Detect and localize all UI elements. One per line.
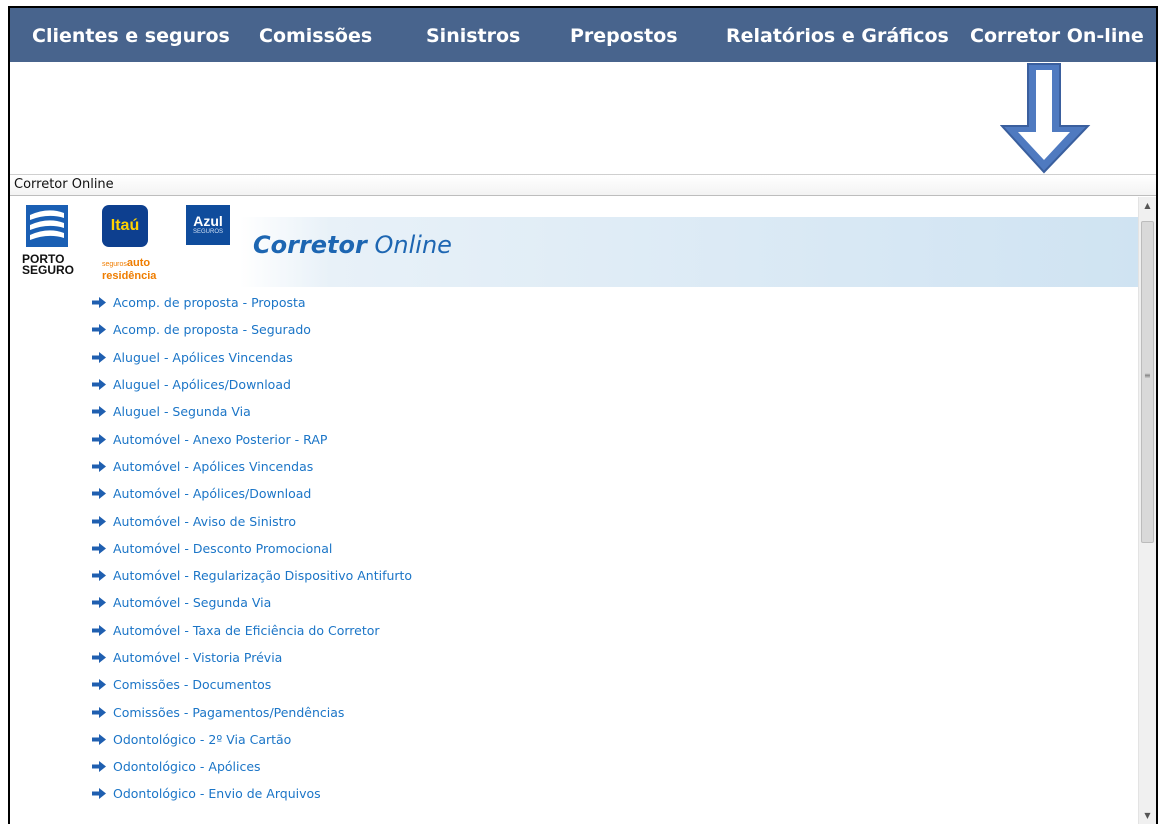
link-item[interactable]: Automóvel - Taxa de Eficiência do Corret…	[92, 617, 992, 644]
arrow-right-icon	[92, 433, 106, 445]
banner-title-bold: Corretor	[253, 231, 367, 259]
link-item[interactable]: Automóvel - Vistoria Prévia	[92, 644, 992, 671]
link-item[interactable]: Odontológico - 2º Via Cartão	[92, 726, 992, 753]
scroll-grip-icon: ≡	[1144, 371, 1151, 380]
vertical-scrollbar[interactable]: ▲ ≡ ▼	[1138, 197, 1156, 824]
porto-seguro-mark-icon	[26, 205, 68, 247]
arrow-right-icon	[92, 324, 106, 336]
link-item[interactable]: Comissões - Documentos	[92, 671, 992, 698]
nav-relatorios-e-graficos[interactable]: Relatórios e Gráficos	[726, 8, 949, 62]
arrow-right-icon	[92, 706, 106, 718]
link-item[interactable]: Automóvel - Anexo Posterior - RAP	[92, 425, 992, 452]
arrow-right-icon	[92, 379, 106, 391]
nav-clientes-e-seguros[interactable]: Clientes e seguros	[32, 8, 230, 62]
link-item[interactable]: Automóvel - Segunda Via	[92, 589, 992, 616]
scroll-thumb[interactable]: ≡	[1141, 221, 1154, 543]
section-title: Corretor Online	[14, 177, 114, 192]
link-item[interactable]: Odontológico - Envio de Arquivos	[92, 780, 992, 807]
arrow-right-icon	[92, 570, 106, 582]
link-label: Aluguel - Apólices Vincendas	[113, 349, 293, 365]
itau-name: Itaú	[110, 217, 140, 234]
down-arrow-icon	[999, 62, 1096, 176]
link-label: Comissões - Documentos	[113, 677, 272, 693]
link-label: Acomp. de proposta - Segurado	[113, 322, 311, 338]
porto-seguro-logo: PORTO SEGURO	[22, 205, 74, 285]
arrow-right-icon	[92, 406, 106, 418]
scroll-down-icon[interactable]: ▼	[1139, 807, 1156, 824]
arrow-right-icon	[92, 679, 106, 691]
link-item[interactable]: Aluguel - Segunda Via	[92, 398, 992, 425]
itau-sub2: auto	[126, 257, 151, 269]
banner-title-light: Online	[374, 231, 452, 259]
itau-sub3: residência	[102, 270, 157, 282]
azul-sub: SEGUROS	[192, 229, 223, 235]
porto-line2: SEGURO	[22, 263, 75, 277]
link-item[interactable]: Automóvel - Apólices/Download	[92, 480, 992, 507]
link-label: Automóvel - Desconto Promocional	[113, 540, 333, 556]
link-label: Aluguel - Apólices/Download	[113, 377, 291, 393]
link-label: Comissões - Pagamentos/Pendências	[113, 704, 345, 720]
corretor-online-banner: PORTO SEGURO Itaú segurosauto residência…	[10, 197, 1138, 289]
scroll-up-icon[interactable]: ▲	[1139, 197, 1156, 214]
itau-sub1: seguros	[102, 261, 127, 268]
azul-seguros-logo: Azul SEGUROS	[186, 205, 234, 249]
arrow-right-icon	[92, 652, 106, 663]
link-label: Aluguel - Segunda Via	[113, 404, 251, 420]
link-label: Odontológico - Apólices	[113, 759, 261, 775]
link-label: Automóvel - Regularização Dispositivo An…	[113, 568, 413, 584]
link-label: Automóvel - Vistoria Prévia	[113, 650, 283, 665]
link-item[interactable]: Odontológico - Apólices	[92, 753, 992, 780]
arrow-right-icon	[92, 515, 106, 527]
link-label: Acomp. de proposta - Proposta	[113, 295, 306, 311]
azul-name: Azul	[193, 213, 223, 229]
link-label: Automóvel - Segunda Via	[113, 595, 272, 611]
link-label: Odontológico - 2º Via Cartão	[113, 731, 292, 747]
link-item[interactable]: Automóvel - Apólices Vincendas	[92, 453, 992, 480]
arrow-right-icon	[92, 788, 106, 800]
arrow-right-icon	[92, 488, 106, 500]
nav-corretor-on-line[interactable]: Corretor On-line	[970, 8, 1144, 62]
itau-seguros-logo: Itaú segurosauto residência	[102, 205, 164, 285]
banner-title: Corretor Online	[253, 231, 452, 259]
link-label: Automóvel - Anexo Posterior - RAP	[113, 431, 328, 447]
link-item[interactable]: Automóvel - Regularização Dispositivo An…	[92, 562, 992, 589]
content-frame: PORTO SEGURO Itaú segurosauto residência…	[10, 197, 1138, 824]
arrow-right-icon	[92, 351, 106, 363]
top-navigation: Clientes e seguros Comissões Sinistros P…	[10, 8, 1156, 62]
arrow-right-icon	[92, 542, 106, 554]
link-label: Automóvel - Aviso de Sinistro	[113, 513, 297, 529]
link-item[interactable]: Automóvel - Aviso de Sinistro	[92, 507, 992, 534]
link-item[interactable]: Aluguel - Apólices/Download	[92, 371, 992, 398]
arrow-right-icon	[92, 733, 106, 745]
link-item[interactable]: Aluguel - Apólices Vincendas	[92, 344, 992, 371]
nav-prepostos[interactable]: Prepostos	[570, 8, 678, 62]
section-header: Corretor Online	[10, 174, 1156, 196]
link-label: Odontológico - Envio de Arquivos	[113, 786, 321, 802]
link-label: Automóvel - Apólices/Download	[113, 486, 312, 502]
arrow-right-icon	[92, 761, 106, 773]
arrow-right-icon	[92, 460, 106, 472]
link-item[interactable]: Automóvel - Desconto Promocional	[92, 535, 992, 562]
arrow-right-icon	[92, 624, 106, 636]
arrow-right-icon	[92, 597, 106, 609]
nav-sinistros[interactable]: Sinistros	[426, 8, 520, 62]
link-item[interactable]: Acomp. de proposta - Segurado	[92, 316, 992, 343]
link-label: Automóvel - Apólices Vincendas	[113, 458, 314, 474]
link-item[interactable]: Acomp. de proposta - Proposta	[92, 289, 992, 316]
link-label: Automóvel - Taxa de Eficiência do Corret…	[113, 622, 380, 638]
arrow-right-icon	[92, 297, 106, 309]
link-item[interactable]: Comissões - Pagamentos/Pendências	[92, 698, 992, 725]
nav-comissoes[interactable]: Comissões	[259, 8, 372, 62]
corretor-links-list: Acomp. de proposta - Proposta Acomp. de p…	[92, 289, 992, 808]
